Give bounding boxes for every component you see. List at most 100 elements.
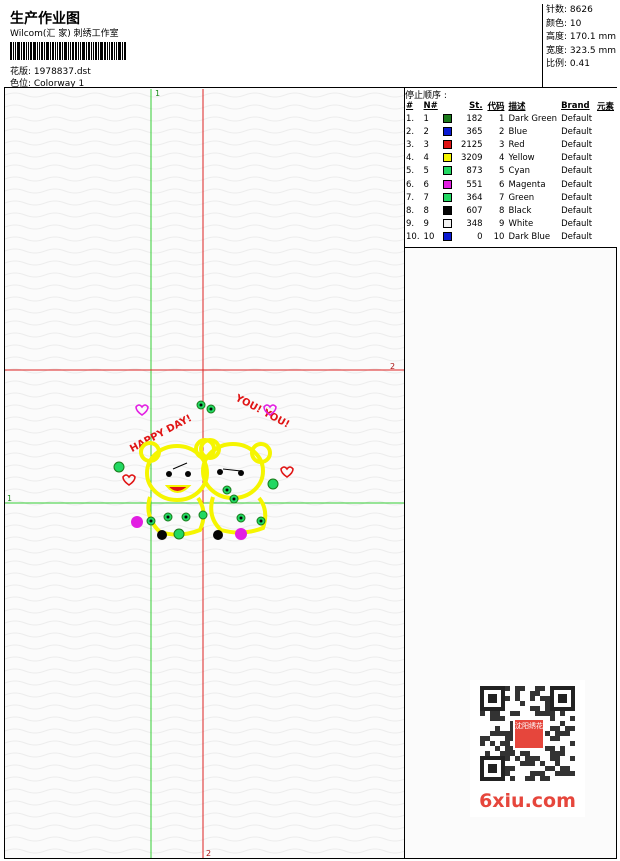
color-swatch (443, 126, 453, 136)
color-swatch (443, 166, 453, 176)
thread-element (595, 218, 616, 231)
color-swatch (443, 113, 453, 123)
stats-panel: 针数: 8626 颜色: 10 高度: 170.1 mm 宽度: 323.5 m… (542, 4, 617, 88)
site-logo: 6xiu.com (479, 790, 576, 812)
thread-code: 10 (493, 232, 505, 243)
thread-index: 6. (406, 179, 415, 190)
thread-description: Black (508, 205, 532, 216)
thread-description: Blue (508, 126, 528, 137)
thread-needle: 9 (423, 219, 429, 230)
guide-label-green-left: 1 (7, 494, 12, 503)
thread-needle: 10 (423, 232, 435, 243)
guide-label-red-right: 2 (390, 362, 395, 371)
color-swatch (443, 219, 453, 229)
qr-stamp: 沈阳绣花 (513, 718, 545, 750)
color-swatch (443, 232, 453, 242)
thread-swatch (441, 112, 457, 125)
color-swatch (443, 179, 453, 189)
color-swatch (443, 192, 453, 202)
thread-stitches: 365 (466, 126, 483, 137)
color-swatch (443, 153, 453, 163)
thread-row: 8. 8 607 8 Black Default (404, 204, 616, 217)
thread-code: 5 (499, 166, 505, 177)
thread-swatch (441, 231, 457, 244)
thread-index: 2. (406, 126, 415, 137)
header: 生产作业图 Wilcom(汇 家) 刺绣工作室 花版: 1978837.dst … (4, 4, 617, 89)
thread-brand: Default (561, 205, 593, 216)
thread-needle: 1 (423, 113, 429, 124)
thread-index: 5. (406, 166, 415, 177)
thread-swatch (441, 178, 457, 191)
thread-swatch (441, 165, 457, 178)
software-subtitle: Wilcom(汇 家) 刺绣工作室 (10, 29, 119, 39)
thread-index: 9. (406, 219, 415, 230)
col-index: # (406, 101, 414, 111)
col-stitches: St. (469, 101, 483, 111)
thread-swatch (441, 138, 457, 151)
color-swatch (443, 139, 453, 149)
thread-stitches: 873 (466, 166, 483, 177)
thread-brand: Default (561, 166, 593, 177)
thread-brand: Default (561, 153, 593, 164)
design-canvas: 1 1 2 2 HAPPY DAY! YOU! YOU! (5, 89, 404, 858)
thread-code: 9 (499, 219, 505, 230)
thread-stitches: 607 (466, 205, 483, 216)
thread-swatch (441, 152, 457, 165)
thread-row: 10. 10 0 10 Dark Blue Default (404, 231, 616, 244)
barcode (10, 42, 145, 60)
thread-swatch (441, 191, 457, 204)
thread-row: 7. 7 364 7 Green Default (404, 191, 616, 204)
scale: 比例: 0.41 (546, 59, 590, 69)
design-width: 宽度: 323.5 mm (546, 45, 617, 56)
thread-element (595, 204, 616, 217)
thread-index: 1. (406, 113, 415, 124)
thread-element (595, 165, 616, 178)
color-swatch (443, 205, 453, 215)
thread-element (595, 231, 616, 244)
thread-index: 10. (406, 232, 420, 243)
thread-row: 1. 1 182 1 Dark Green Default (404, 112, 616, 125)
thread-description: Dark Blue (508, 232, 551, 243)
thread-element (595, 125, 616, 138)
guide-label-green-top: 1 (155, 89, 160, 98)
thread-needle: 7 (423, 192, 429, 203)
page-title: 生产作业图 (10, 11, 80, 27)
thread-stitches: 0 (477, 232, 483, 243)
thread-row: 5. 5 873 5 Cyan Default (404, 165, 616, 178)
thread-description: Red (508, 139, 525, 150)
thread-element (595, 191, 616, 204)
thread-stop-panel: 停止顺序 : # N# St. 代码 描述 Brand 元素 1. 1 182 1 Da… (405, 88, 617, 248)
thread-needle: 6 (423, 179, 429, 190)
thread-code: 6 (499, 179, 505, 190)
thread-brand: Default (561, 139, 593, 150)
thread-needle: 5 (423, 166, 429, 177)
thread-swatch (441, 218, 457, 231)
thread-description: White (508, 219, 534, 230)
thread-stitches: 551 (466, 179, 483, 190)
thread-brand: Default (561, 179, 593, 190)
thread-row: 9. 9 348 9 White Default (404, 218, 616, 231)
col-code: 代码 (487, 102, 505, 112)
thread-row: 4. 4 3209 4 Yellow Default (404, 152, 616, 165)
stitch-count: 针数: 8626 (546, 5, 593, 15)
thread-swatch (441, 204, 457, 217)
thread-description: Cyan (508, 166, 531, 177)
col-needle: N# (423, 101, 438, 111)
thread-needle: 2 (423, 126, 429, 137)
thread-table: # N# St. 代码 描述 Brand 元素 1. 1 182 1 Dark Gree… (404, 100, 616, 244)
thread-code: 7 (499, 192, 505, 203)
thread-index: 7. (406, 192, 415, 203)
thread-element (595, 138, 616, 151)
thread-index: 8. (406, 205, 415, 216)
thread-code: 4 (499, 153, 505, 164)
thread-brand: Default (561, 113, 593, 124)
thread-description: Magenta (508, 179, 546, 190)
thread-code: 1 (499, 113, 505, 124)
thread-row: 3. 3 2125 3 Red Default (404, 138, 616, 151)
thread-stitches: 182 (466, 113, 483, 124)
thread-needle: 8 (423, 205, 429, 216)
col-element: 元素 (596, 102, 614, 112)
thread-needle: 4 (423, 153, 429, 164)
thread-element (595, 152, 616, 165)
thread-brand: Default (561, 192, 593, 203)
